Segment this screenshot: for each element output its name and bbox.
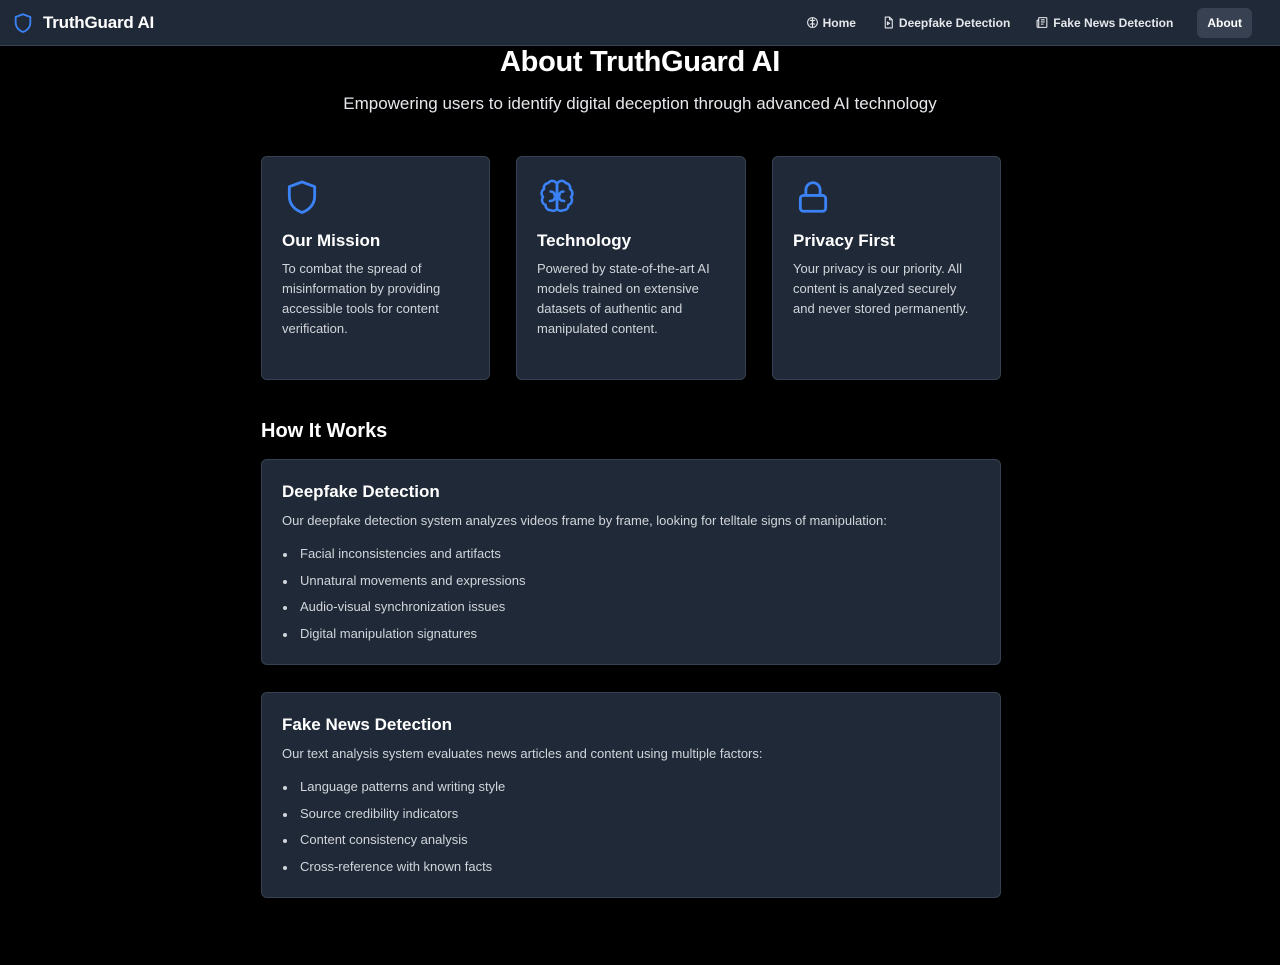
nav-about[interactable]: About: [1197, 7, 1252, 38]
panel-description: Our text analysis system evaluates news …: [282, 746, 763, 761]
card-title: Privacy First: [793, 231, 896, 250]
how-it-works-heading: How It Works: [261, 420, 388, 442]
brand-name: TruthGuard AI: [43, 12, 155, 32]
card-mission: Our Mission To combat the spread of misi…: [261, 156, 490, 380]
panel-title: Fake News Detection: [282, 715, 453, 734]
card-privacy: Privacy First Your privacy is our priori…: [772, 156, 1001, 380]
nav-fake-news-label: Fake News Detection: [1053, 15, 1174, 30]
shield-icon: [14, 12, 32, 33]
card-title: Our Mission: [282, 231, 381, 250]
nav-about-label: About: [1207, 15, 1242, 30]
lock-icon: [798, 181, 828, 213]
panel-deepfake-detection: Deepfake Detection Our deepfake detectio…: [261, 459, 1001, 665]
list-item: Language patterns and writing style: [282, 774, 980, 801]
card-text: To combat the spread of misinformation b…: [282, 261, 441, 336]
brand[interactable]: TruthGuard AI: [12, 11, 154, 35]
nav-home[interactable]: Home: [796, 8, 866, 38]
list-item: Source credibility indicators: [282, 801, 980, 828]
nav-deepfake-label: Deepfake Detection: [898, 15, 1011, 30]
list-item: Cross-reference with known facts: [282, 854, 980, 881]
feature-list: Language patterns and writing style Sour…: [282, 774, 980, 880]
feature-cards: Our Mission To combat the spread of misi…: [261, 156, 1001, 380]
panel-description: Our deepfake detection system analyzes v…: [282, 513, 887, 528]
nav-deepfake-detection[interactable]: Deepfake Detection: [872, 8, 1020, 38]
list-item: Digital manipulation signatures: [282, 621, 980, 648]
list-item: Content consistency analysis: [282, 827, 980, 854]
card-text: Your privacy is our priority. All conten…: [793, 261, 969, 316]
nav-links: Home Deepfake Detection Fake News Detect…: [796, 7, 1252, 38]
panel-fake-news-detection: Fake News Detection Our text analysis sy…: [261, 692, 1001, 898]
brain-icon: [540, 179, 574, 213]
nav-home-label: Home: [822, 15, 856, 30]
card-text: Powered by state-of-the-art AI models tr…: [537, 261, 710, 336]
feature-list: Facial inconsistencies and artifacts Unn…: [282, 541, 980, 647]
list-item: Unnatural movements and expressions: [282, 568, 980, 595]
card-title: Technology: [537, 231, 632, 250]
nav-fake-news-detection[interactable]: Fake News Detection: [1026, 8, 1183, 38]
card-technology: Technology Powered by state-of-the-art A…: [516, 156, 746, 380]
page-title: About TruthGuard AI: [500, 46, 780, 78]
top-navbar: TruthGuard AI Home Deepfake Detection Fa…: [0, 0, 1280, 46]
shield-icon: [287, 180, 317, 214]
newspaper-icon: [1036, 17, 1048, 29]
list-item: Audio-visual synchronization issues: [282, 594, 980, 621]
panel-title: Deepfake Detection: [282, 482, 440, 501]
brain-icon: [806, 17, 818, 28]
file-video-icon: [884, 16, 893, 29]
list-item: Facial inconsistencies and artifacts: [282, 541, 980, 568]
page-subtitle: Empowering users to identify digital dec…: [343, 94, 937, 113]
